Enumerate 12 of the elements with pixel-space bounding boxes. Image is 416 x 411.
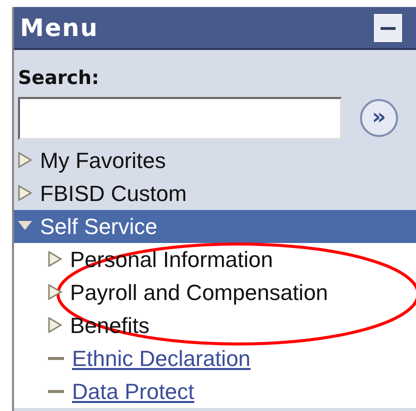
search-field[interactable] — [18, 96, 342, 140]
collapse-button[interactable]: − — [374, 14, 402, 42]
search-go-button[interactable]: » — [360, 99, 398, 137]
search-label: Search: — [17, 66, 100, 91]
menu-link[interactable]: Data Protect — [72, 374, 194, 408]
menu-title: Menu — [20, 12, 98, 44]
menu-item[interactable]: FBISD Custom — [40, 176, 187, 210]
menu-link[interactable]: Ethnic Declaration — [72, 342, 251, 374]
menu-item[interactable]: My Favorites — [40, 144, 166, 176]
menu-item[interactable]: Payroll and Compensation — [70, 276, 328, 308]
dash-icon — [48, 390, 64, 392]
dash-icon — [48, 356, 64, 360]
